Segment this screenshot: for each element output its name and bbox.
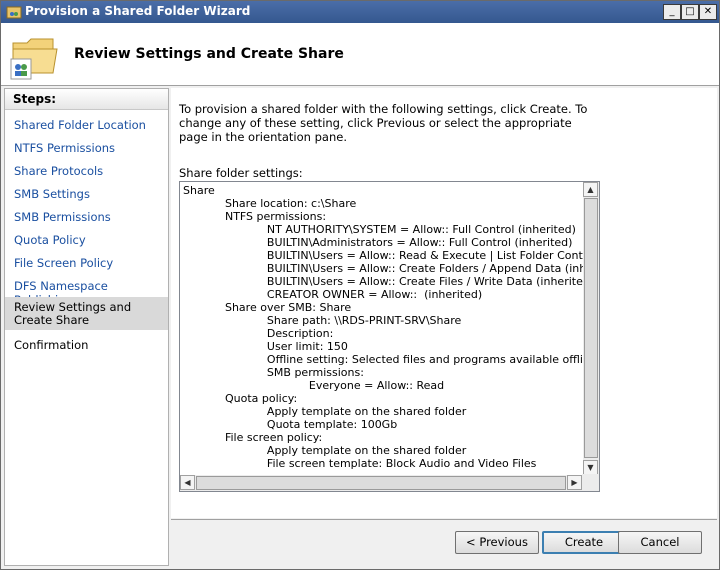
scroll-down-icon[interactable]: ▼ xyxy=(583,460,598,475)
create-button[interactable]: Create xyxy=(542,531,626,554)
step-ntfs-permissions[interactable]: NTFS Permissions xyxy=(5,141,168,155)
maximize-button[interactable]: □ xyxy=(681,4,699,20)
step-share-protocols[interactable]: Share Protocols xyxy=(5,164,168,178)
window-title: Provision a Shared Folder Wizard xyxy=(25,4,251,18)
wizard-header: Review Settings and Create Share xyxy=(1,23,719,86)
minimize-button[interactable]: _ xyxy=(663,4,681,20)
settings-label: Share folder settings: xyxy=(179,166,303,180)
scroll-corner xyxy=(582,474,599,491)
shared-folder-icon xyxy=(10,38,58,80)
title-bar[interactable]: Provision a Shared Folder Wizard _ □ ✕ xyxy=(1,1,719,23)
settings-textbox[interactable]: Share Share location: c:\Share NTFS perm… xyxy=(179,181,600,492)
step-smb-settings[interactable]: SMB Settings xyxy=(5,187,168,201)
main-content: To provision a shared folder with the fo… xyxy=(171,88,717,518)
previous-button[interactable]: < Previous xyxy=(455,531,539,554)
step-confirmation: Confirmation xyxy=(14,338,89,352)
steps-heading: Steps: xyxy=(5,89,168,110)
scroll-up-icon[interactable]: ▲ xyxy=(583,182,598,197)
scroll-right-icon[interactable]: ▶ xyxy=(567,475,582,490)
button-separator xyxy=(171,519,717,520)
settings-text[interactable]: Share Share location: c:\Share NTFS perm… xyxy=(183,184,583,474)
vertical-scroll-thumb[interactable] xyxy=(584,198,598,458)
horizontal-scrollbar[interactable]: ◀ ▶ xyxy=(180,475,583,491)
horizontal-scroll-thumb[interactable] xyxy=(196,476,566,490)
step-review-settings[interactable]: Review Settings and Create Share xyxy=(5,297,168,330)
scroll-left-icon[interactable]: ◀ xyxy=(180,475,195,490)
step-shared-folder-location[interactable]: Shared Folder Location xyxy=(5,118,168,132)
steps-pane: Steps: Shared Folder Location NTFS Permi… xyxy=(4,88,169,566)
step-smb-permissions[interactable]: SMB Permissions xyxy=(5,210,168,224)
close-button[interactable]: ✕ xyxy=(699,4,717,20)
cancel-button[interactable]: Cancel xyxy=(618,531,702,554)
page-title: Review Settings and Create Share xyxy=(74,46,344,62)
step-file-screen-policy[interactable]: File Screen Policy xyxy=(5,256,168,270)
intro-text: To provision a shared folder with the fo… xyxy=(179,102,588,144)
step-quota-policy[interactable]: Quota Policy xyxy=(5,233,168,247)
shared-folder-app-icon xyxy=(6,6,22,19)
vertical-scrollbar[interactable]: ▲ ▼ xyxy=(583,182,599,475)
wizard-window: Provision a Shared Folder Wizard _ □ ✕ R… xyxy=(0,0,720,570)
